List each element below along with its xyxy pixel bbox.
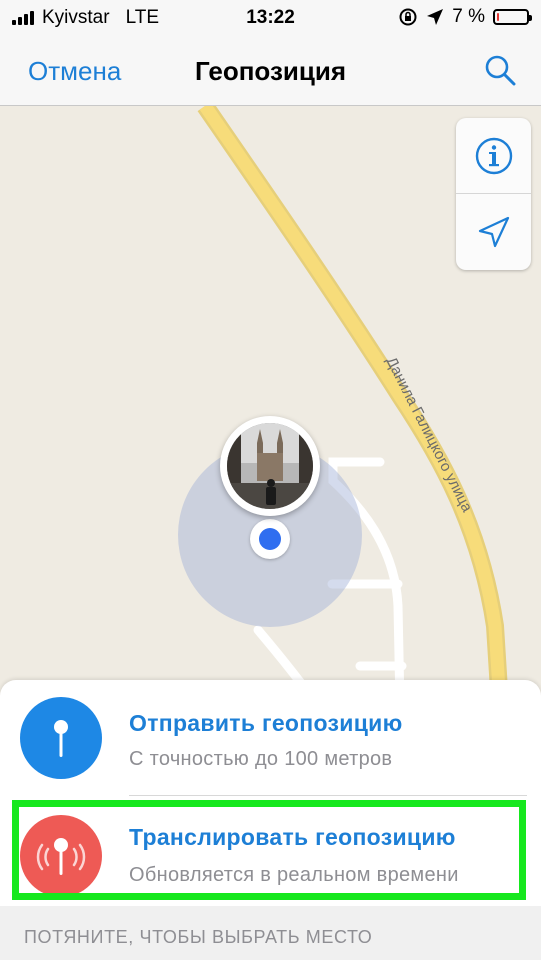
pin-icon: [54, 720, 68, 757]
avatar[interactable]: [220, 416, 320, 516]
map-controls: [456, 118, 531, 270]
location-arrow-icon: [478, 216, 509, 248]
send-location-subtitle: С точностью до 100 метров: [129, 748, 393, 770]
send-location-icon-circle: [20, 697, 102, 779]
cathedral-photo-icon: [227, 423, 313, 509]
send-location-title: Отправить геопозицию: [129, 710, 403, 736]
page-title: Геопозиция: [194, 56, 347, 86]
info-icon: [475, 137, 512, 174]
battery-icon: [493, 9, 532, 25]
pull-hint-label: ПОТЯНИТЕ, ЧТОБЫ ВЫБРАТЬ МЕСТО: [24, 927, 373, 947]
search-icon[interactable]: [483, 53, 517, 87]
pull-hint[interactable]: ПОТЯНИТЕ, ЧТОБЫ ВЫБРАТЬ МЕСТО: [0, 906, 541, 960]
divider: [129, 795, 527, 796]
navigation-bar: Отмена Геопозиция: [0, 36, 541, 106]
street-label: Данила Галицкого улица: [382, 354, 475, 515]
battery-level: [497, 13, 499, 21]
user-location-dot: [250, 519, 290, 559]
status-bar: Kyivstar LTE 13:22 7 %: [0, 0, 541, 36]
info-button[interactable]: [456, 118, 531, 194]
location-sheet: Отправить геопозицию С точностью до 100 …: [0, 680, 541, 960]
avatar-photo: [227, 423, 313, 509]
current-location-button[interactable]: [456, 194, 531, 270]
location-arrow-icon: [427, 9, 444, 25]
highlight-frame: [12, 800, 526, 900]
orientation-lock-icon: [399, 8, 417, 26]
send-location-row[interactable]: Отправить геопозицию С точностью до 100 …: [0, 680, 541, 795]
battery-percent: 7 %: [452, 6, 485, 27]
